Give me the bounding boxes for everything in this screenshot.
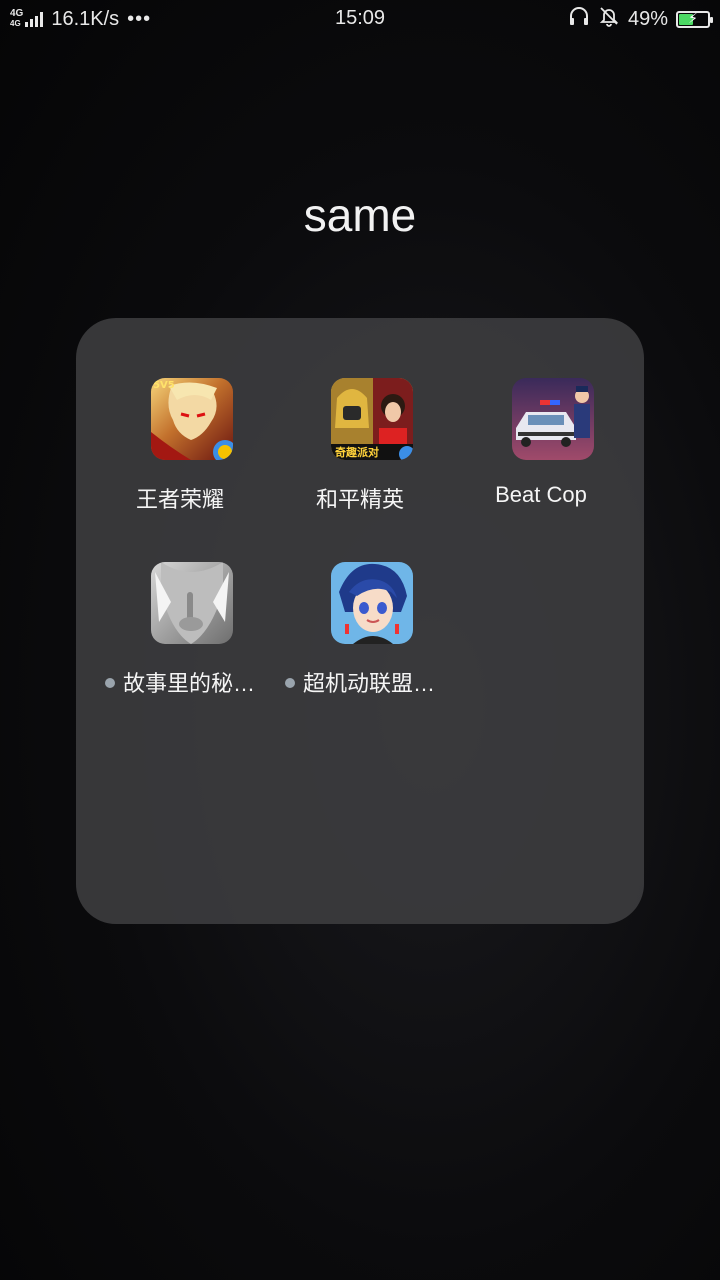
app-label-text: 故事里的秘… xyxy=(122,671,255,696)
app-label-text: 超机动联盟… xyxy=(302,671,435,696)
folder-panel: 5V5 王者荣耀 奇趣派对 和平精英 Beat Cop 故事里的秘… 超机动联盟… xyxy=(76,318,644,924)
app-super-mecha-league[interactable]: 超机动联盟… xyxy=(270,562,450,702)
app-label: Beat Cop xyxy=(495,482,587,507)
app-story-secret[interactable]: 故事里的秘… xyxy=(90,562,270,702)
folder-title[interactable]: same xyxy=(0,188,720,242)
svg-text:奇趣派对: 奇趣派对 xyxy=(335,445,379,459)
honor-of-kings-icon: 5V5 xyxy=(151,378,233,460)
app-peacekeeper-elite[interactable]: 奇趣派对 和平精英 xyxy=(270,378,450,518)
app-label: 故事里的秘… xyxy=(90,666,270,698)
new-badge-dot xyxy=(284,678,295,689)
beat-cop-icon xyxy=(512,378,594,460)
app-label: 和平精英 xyxy=(315,487,404,512)
super-mecha-league-icon xyxy=(331,562,413,644)
new-badge-dot xyxy=(104,678,115,689)
app-label: 王者荣耀 xyxy=(135,487,224,512)
battery-charging-icon: ⚡ xyxy=(676,9,713,28)
battery-percent: 49% xyxy=(627,7,668,30)
status-right: 49% ⚡ xyxy=(568,5,713,33)
headphones-icon xyxy=(568,6,590,32)
status-bar: 4G 4G 16.1K/s ••• 15:09 49% ⚡ xyxy=(0,0,720,40)
app-honor-of-kings[interactable]: 5V5 王者荣耀 xyxy=(90,378,270,518)
charging-bolt-icon: ⚡ xyxy=(688,9,698,26)
app-label: 超机动联盟… xyxy=(270,666,450,698)
bell-muted-icon xyxy=(598,5,620,33)
peacekeeper-elite-icon: 奇趣派对 xyxy=(331,378,413,460)
svg-text:5V5: 5V5 xyxy=(153,380,175,391)
story-secret-icon xyxy=(151,562,233,644)
app-beat-cop[interactable]: Beat Cop xyxy=(451,378,631,518)
